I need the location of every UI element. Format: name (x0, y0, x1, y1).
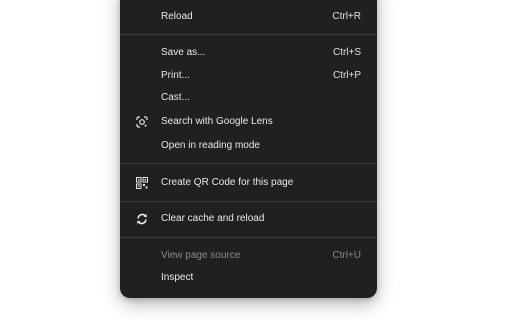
menu-item-label: Reload (161, 11, 193, 22)
menu-item-cast[interactable]: Cast... (120, 87, 377, 109)
menu-item-label: Inspect (161, 272, 194, 283)
menu-item-clear-cache-and-reload[interactable]: Clear cache and reload (120, 208, 377, 230)
menu-separator (120, 237, 377, 238)
qr-code-icon (136, 177, 148, 189)
menu-separator (120, 201, 377, 202)
menu-item-label: Save as... (161, 47, 206, 58)
google-lens-icon (136, 116, 148, 128)
menu-item-print[interactable]: Print... Ctrl+P (120, 65, 377, 87)
context-menu: Reload Ctrl+R Save as... Ctrl+S Print...… (120, 0, 377, 298)
menu-item-shortcut: Ctrl+R (332, 11, 361, 22)
menu-item-save-as[interactable]: Save as... Ctrl+S (120, 42, 377, 64)
menu-item-label: Search with Google Lens (161, 116, 273, 127)
menu-item-label: View page source (161, 250, 241, 261)
menu-item-open-in-reading-mode[interactable]: Open in reading mode (120, 135, 377, 157)
page: Reload Ctrl+R Save as... Ctrl+S Print...… (0, 0, 512, 320)
menu-item-shortcut: Ctrl+S (332, 47, 361, 58)
menu-item-view-page-source: View page source Ctrl+U (120, 245, 377, 267)
menu-item-shortcut: Ctrl+P (332, 70, 361, 81)
menu-item-label: Clear cache and reload (161, 213, 265, 224)
menu-item-shortcut: Ctrl+U (332, 250, 361, 261)
menu-item-label: Cast... (161, 92, 190, 103)
menu-item-label: Print... (161, 70, 190, 81)
menu-item-inspect[interactable]: Inspect (120, 267, 377, 289)
menu-item-search-with-google-lens[interactable]: Search with Google Lens (120, 111, 377, 133)
menu-item-label: Open in reading mode (161, 140, 260, 151)
menu-separator (120, 163, 377, 164)
menu-separator (120, 34, 377, 35)
menu-item-reload[interactable]: Reload Ctrl+R (120, 6, 377, 28)
clear-cache-icon (136, 213, 148, 225)
menu-item-create-qr-code[interactable]: Create QR Code for this page (120, 172, 377, 194)
menu-item-label: Create QR Code for this page (161, 177, 294, 188)
